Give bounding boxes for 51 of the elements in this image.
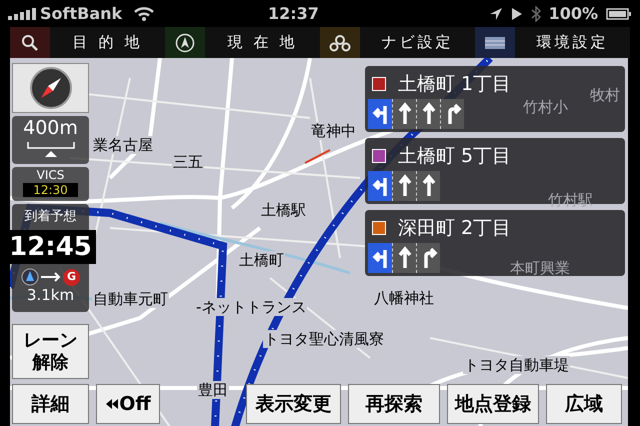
map-label: 三五 [172, 153, 204, 171]
scale-label: 400m [23, 116, 78, 140]
search-icon [21, 34, 39, 52]
map-label: 竹村小 [523, 98, 568, 116]
map-label: 牧村 [590, 86, 620, 104]
compass-icon [30, 67, 72, 109]
map-label: 業名古屋 [92, 136, 154, 154]
map-label: 土橋町 [238, 251, 285, 269]
battery-icon [606, 8, 632, 20]
arrival-label: 到着予想 [24, 208, 76, 226]
vics-label: VICS [36, 167, 64, 183]
play-icon [510, 6, 523, 20]
map-label: 本町興業 [510, 259, 570, 277]
location-arrow-icon [488, 6, 503, 20]
map-label: 土橋駅 [260, 201, 307, 219]
clock: 12:37 [268, 2, 319, 24]
map-button[interactable]: 再探索 [348, 384, 440, 424]
carrier-name: SoftBank [40, 2, 122, 24]
map-button[interactable]: 詳細 [12, 384, 89, 424]
menu-tab[interactable]: ナビ設定 [320, 27, 475, 58]
current-to-goal-icon [21, 268, 61, 286]
off-button[interactable]: Off [96, 384, 160, 424]
map-label: 八幡神社 [373, 289, 435, 307]
rewind-icon [105, 398, 120, 410]
compass-button[interactable] [12, 63, 89, 113]
map-button[interactable]: 広域 [546, 384, 622, 424]
gears-icon [329, 34, 351, 52]
distance-remaining: 3.1km [26, 286, 74, 304]
battery-percent: 100% [548, 2, 598, 24]
lane-release-button[interactable]: レーン解除 [12, 324, 89, 379]
menu-tab[interactable]: 目 的 地 [10, 27, 165, 58]
menu-tab[interactable]: 現 在 地 [165, 27, 320, 58]
signal-icon [8, 8, 36, 20]
map-label: 豊田 [197, 381, 229, 399]
vics-time: 12:30 [23, 183, 78, 197]
map-label: -ネットトランス [195, 298, 308, 316]
goal-marker: G [63, 268, 80, 286]
map-button[interactable]: 地点登録 [447, 384, 539, 424]
scale-bar-icon [26, 140, 76, 158]
intersection-name: 土橋町 1丁目 [398, 72, 512, 97]
intersection-name: 土橋町 5丁目 [398, 144, 512, 169]
map-label: トヨタ聖心清風寮 [263, 330, 385, 348]
menu-tab[interactable]: 環境設定 [475, 27, 630, 58]
map-button[interactable]: 表示変更 [246, 384, 341, 424]
intersection-name: 深田町 2丁目 [398, 216, 512, 241]
screen-icon [484, 36, 506, 50]
map-label: 竜神中 [310, 122, 357, 140]
map-label: トヨタ自動車堤 [463, 356, 570, 374]
wifi-icon [134, 6, 154, 20]
bluetooth-icon [530, 6, 541, 22]
map-label: 自動車元町 [92, 290, 169, 308]
